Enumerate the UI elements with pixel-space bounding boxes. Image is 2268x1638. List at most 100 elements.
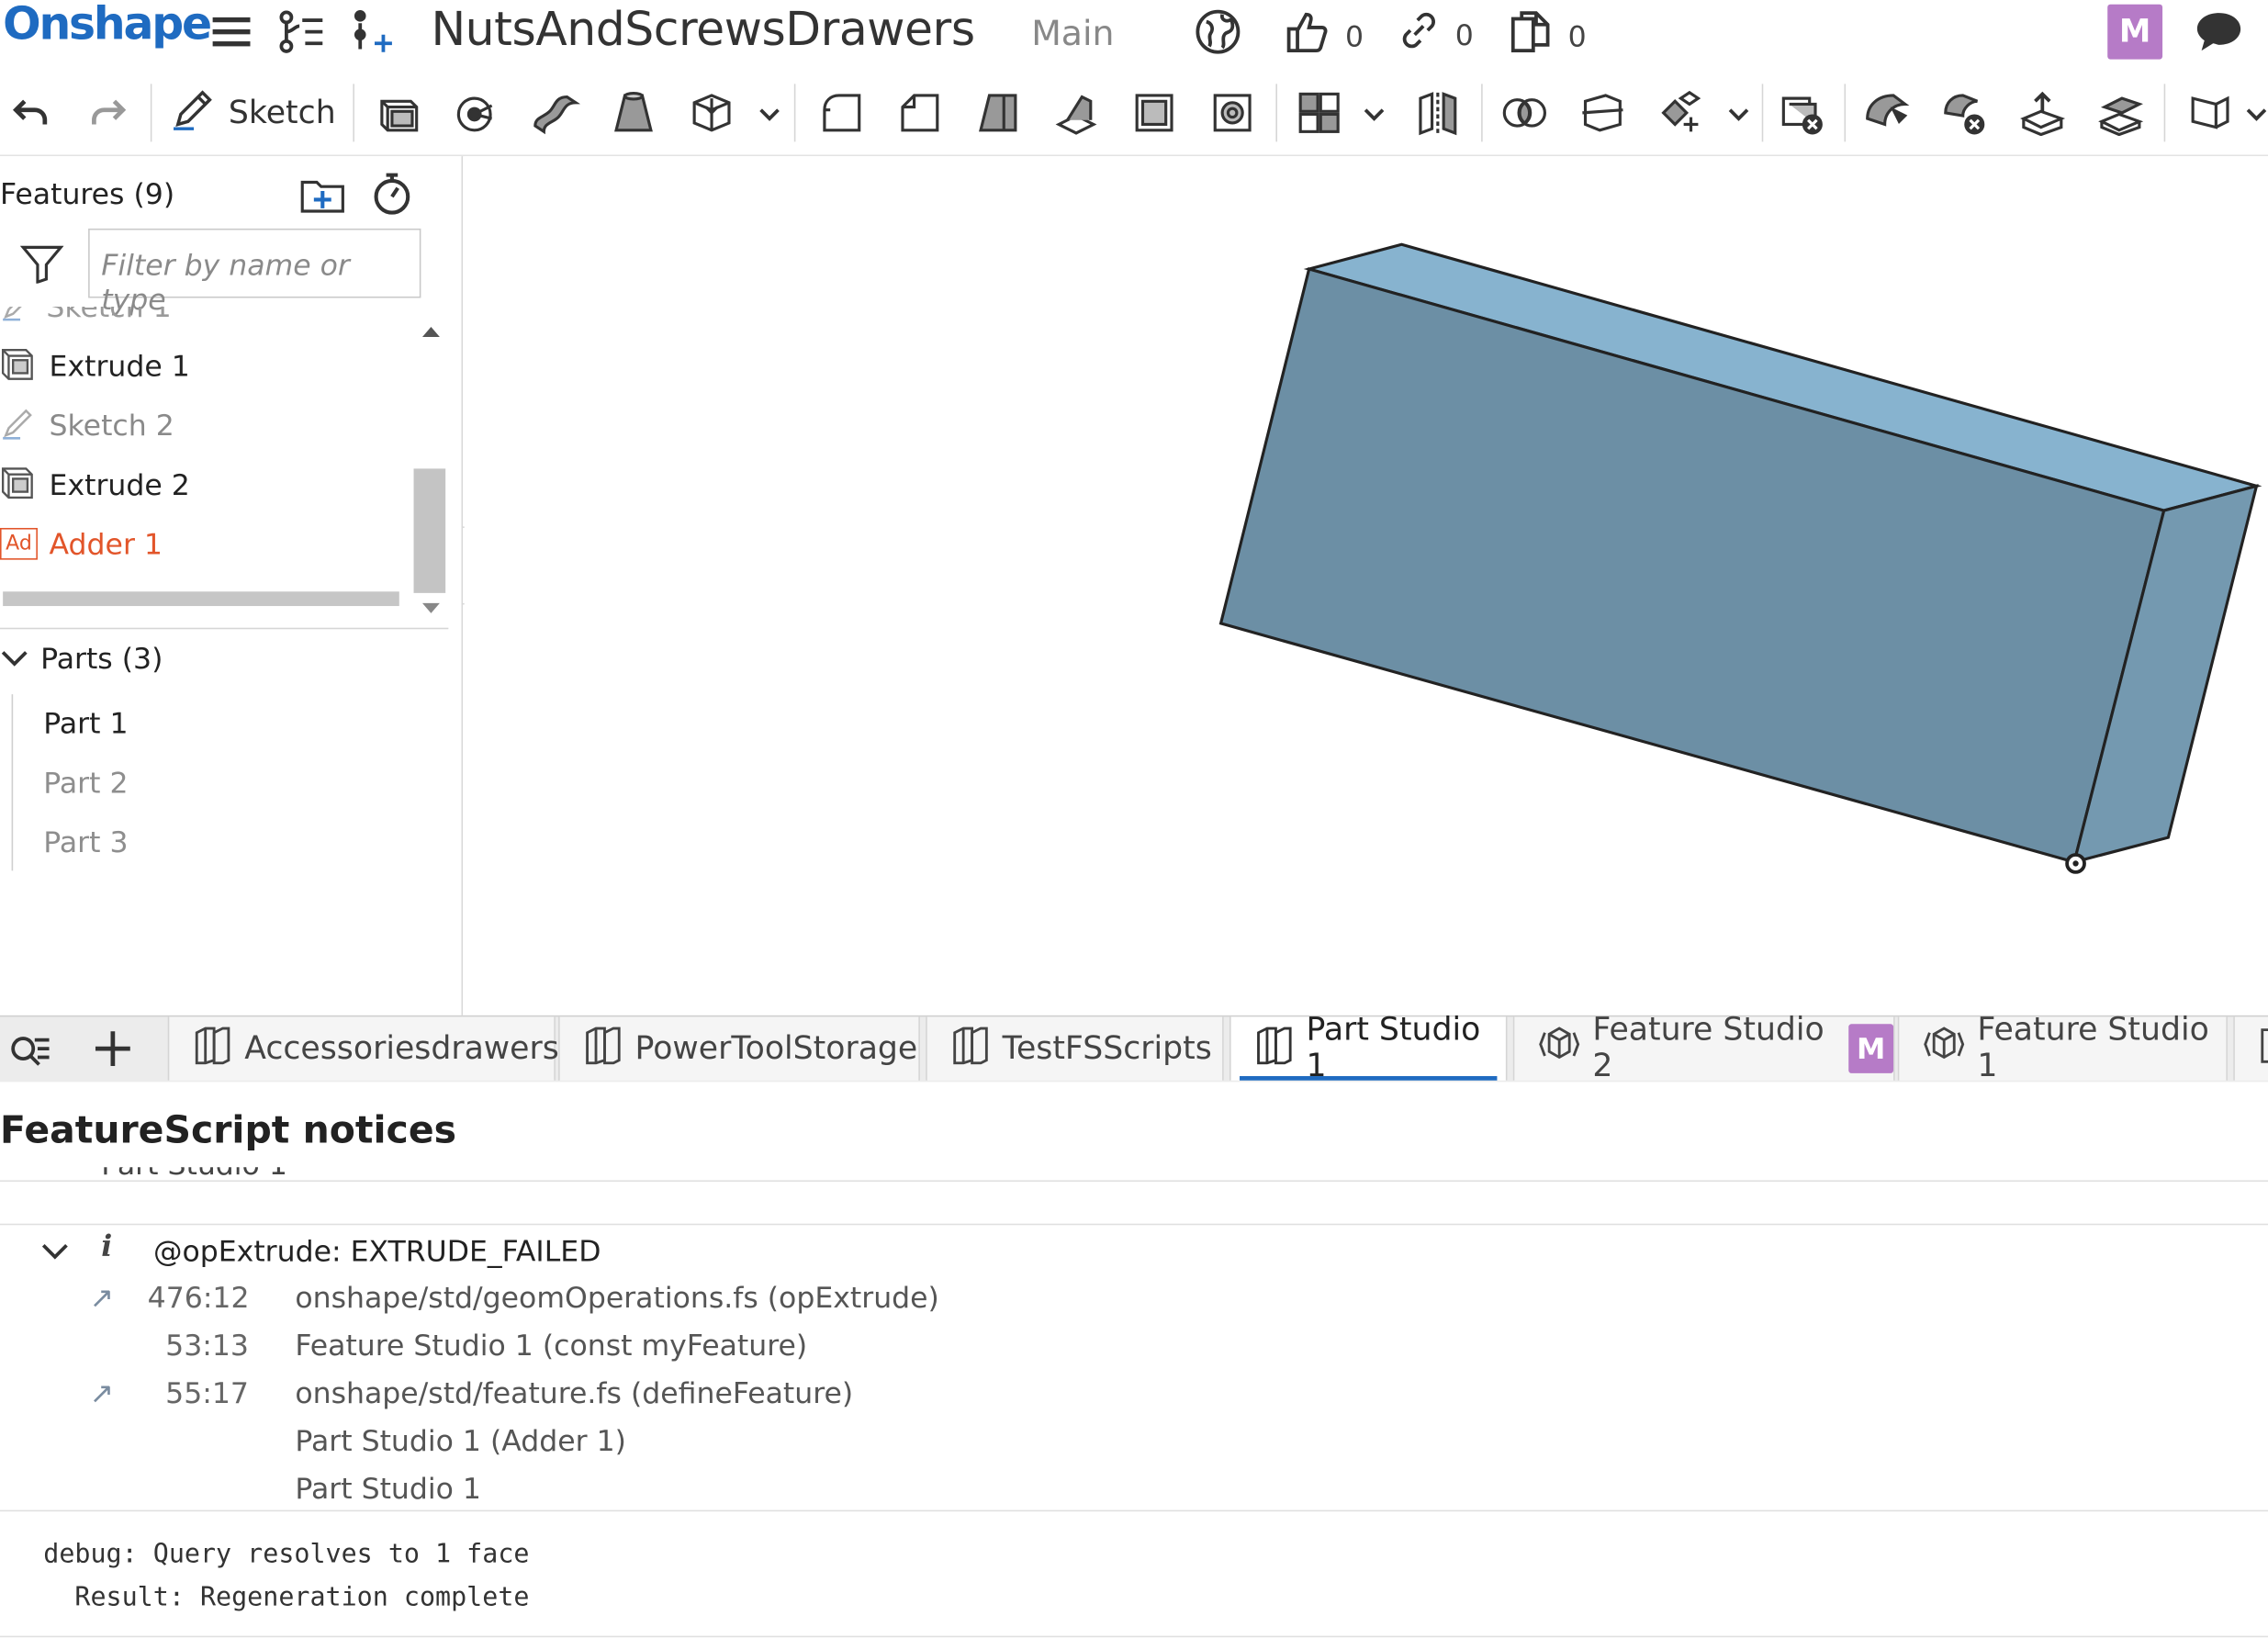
modify-fillet-icon[interactable]	[1860, 81, 1913, 144]
move-face-icon[interactable]	[2016, 81, 2069, 144]
tab-feature-studio-2[interactable]: Feature Studio 2 M	[1512, 1013, 1895, 1084]
part-item-2[interactable]: Part 2	[43, 765, 128, 800]
open-link-arrow-icon[interactable]: ↗	[90, 1375, 114, 1410]
part-studio-icon	[1254, 1024, 1295, 1073]
filter-icon[interactable]	[19, 243, 64, 289]
add-folder-icon[interactable]	[298, 174, 348, 223]
hamburger-menu-icon[interactable]	[211, 6, 252, 58]
transform-icon[interactable]	[1655, 81, 1707, 144]
version-history-icon[interactable]	[275, 6, 327, 58]
fillet-icon[interactable]	[815, 81, 868, 144]
feature-list-panel: Features (9) Filter by name or type Sket…	[0, 156, 464, 1015]
notices-divider	[0, 1509, 2268, 1512]
scroll-down-arrow-icon[interactable]	[420, 601, 443, 616]
revolve-icon[interactable]	[451, 81, 503, 144]
tab-feature-studio-1[interactable]: Feature Studio 1	[1897, 1013, 2228, 1084]
chevron-down-icon[interactable]	[40, 1240, 70, 1267]
chevron-down-icon[interactable]	[1363, 101, 1386, 129]
feature-item-sketch-2[interactable]: Sketch 2	[0, 399, 174, 452]
extrude-icon[interactable]	[373, 81, 425, 144]
trace-location[interactable]: Feature Studio 1 (const myFeature)	[295, 1328, 807, 1363]
feature-item-sketch-1[interactable]: Sketch 1	[0, 306, 172, 332]
horizontal-scrollbar-thumb[interactable]	[3, 591, 399, 607]
boolean-icon[interactable]	[1499, 81, 1551, 144]
add-tab-icon[interactable]	[93, 1028, 133, 1074]
tab-manager-icon[interactable]	[8, 1028, 51, 1078]
hole-icon[interactable]	[1207, 81, 1259, 144]
linear-pattern-icon[interactable]	[1293, 81, 1345, 144]
parts-count-label: Parts (3)	[40, 640, 163, 676]
chevron-down-icon[interactable]	[1727, 101, 1750, 129]
chevron-down-icon[interactable]	[758, 101, 780, 129]
notice-group-header-clipped[interactable]: Part Studio 1	[0, 1167, 578, 1182]
scroll-up-arrow-icon[interactable]	[420, 324, 443, 339]
draft-icon[interactable]	[972, 81, 1025, 144]
insert-feature-icon[interactable]	[350, 6, 396, 58]
rib-icon[interactable]	[1050, 81, 1103, 144]
tab-accessoriesdrawers[interactable]: Accessoriesdrawers	[167, 1016, 559, 1081]
sweep-icon[interactable]	[530, 81, 582, 144]
3d-part-render[interactable]	[465, 156, 2268, 1015]
likes-count: 0	[1345, 17, 1364, 53]
undo-icon[interactable]	[8, 81, 51, 144]
parts-list-header[interactable]: Parts (3)	[0, 641, 163, 676]
tab-powertoolstorage[interactable]: PowerToolStorage	[558, 1016, 920, 1081]
globe-icon[interactable]	[1192, 6, 1244, 58]
plane-icon[interactable]	[2184, 81, 2237, 144]
chevron-down-icon[interactable]	[2245, 101, 2268, 129]
chat-icon[interactable]	[2193, 8, 2245, 61]
rollback-timer-icon[interactable]	[370, 171, 413, 223]
trace-location[interactable]: Part Studio 1 (Adder 1)	[295, 1423, 626, 1458]
scrollbar-thumb[interactable]	[413, 468, 446, 593]
branch-label[interactable]: Main	[1031, 13, 1114, 53]
loft-icon[interactable]	[608, 81, 660, 144]
split-icon[interactable]	[1577, 81, 1629, 144]
feature-item-adder-1[interactable]: Ad Adder 1	[0, 518, 163, 570]
part-item-1[interactable]: Part 1	[43, 706, 128, 741]
copies-counter[interactable]: 0	[1507, 8, 1587, 62]
user-avatar[interactable]: M	[2107, 4, 2163, 60]
thicken-icon[interactable]	[686, 81, 738, 144]
delete-face-icon[interactable]	[1938, 81, 1991, 144]
trace-line-number: 476:12	[147, 1280, 250, 1315]
feature-item-extrude-1[interactable]: Extrude 1	[0, 340, 190, 392]
tab-label: TestFSScripts	[1002, 1030, 1212, 1067]
shell-icon[interactable]	[1128, 81, 1181, 144]
part-item-3[interactable]: Part 3	[43, 825, 128, 859]
part-studio-icon	[193, 1024, 233, 1073]
chamfer-icon[interactable]	[894, 81, 947, 144]
open-link-arrow-icon[interactable]: ↗	[90, 1280, 114, 1315]
redo-icon[interactable]	[87, 81, 130, 144]
trace-location[interactable]: onshape/std/geomOperations.fs (opExtrude…	[295, 1280, 938, 1315]
thumbs-up-icon	[1285, 8, 1330, 62]
feature-toolbar: Sketch	[0, 69, 2268, 157]
tab-testfsscripts[interactable]: TestFSScripts	[926, 1016, 1224, 1081]
replace-face-icon[interactable]	[2094, 81, 2147, 144]
document-tabs-bar: Accessoriesdrawers PowerToolStorage Test…	[0, 1013, 2268, 1084]
graphics-viewport[interactable]	[464, 156, 2268, 1015]
feature-item-extrude-2[interactable]: Extrude 2	[0, 458, 190, 510]
onshape-logo[interactable]: Onshape	[3, 0, 212, 50]
tab-part-studio-1[interactable]: Part Studio 1	[1229, 1013, 1508, 1084]
delete-part-icon[interactable]	[1776, 81, 1828, 144]
toolbar-separator	[793, 84, 796, 142]
trace-location[interactable]: Part Studio 1	[295, 1471, 481, 1506]
tab-label: Feature Studio 2	[1592, 1012, 1825, 1085]
tab-overflow[interactable]	[2233, 1016, 2268, 1081]
trace-location[interactable]: onshape/std/feature.fs (defineFeature)	[295, 1375, 853, 1410]
feature-filter-input[interactable]: Filter by name or type	[88, 228, 421, 317]
pencil-icon	[171, 85, 217, 140]
likes-counter[interactable]: 0	[1285, 8, 1364, 62]
links-counter[interactable]: 0	[1398, 8, 1474, 59]
toolbar-separator	[1844, 84, 1847, 142]
chevron-down-icon[interactable]	[0, 641, 29, 676]
mirror-icon[interactable]	[1411, 81, 1464, 144]
feature-list: Sketch 1 Extrude 1 Sketch 2 Extrude 2 Ad…	[0, 306, 414, 611]
top-bar: Onshape NutsAndScrewsDrawers Main 0 0 0 …	[0, 0, 2268, 70]
feature-studio-icon	[1923, 1024, 1966, 1073]
copies-count: 0	[1567, 17, 1587, 53]
sketch-button[interactable]: Sketch	[171, 81, 336, 144]
document-title[interactable]: NutsAndScrewsDrawers	[431, 2, 975, 57]
part-studio-icon	[950, 1024, 991, 1073]
features-count-title: Features (9)	[0, 176, 175, 211]
